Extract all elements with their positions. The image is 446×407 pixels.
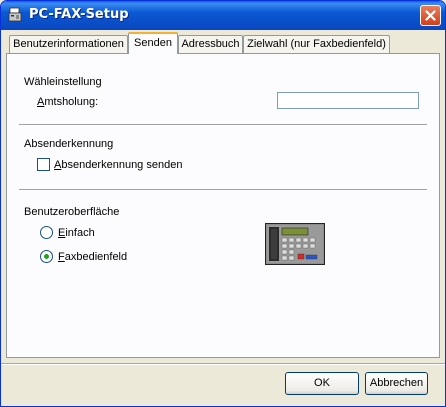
radio-fax-panel-label-mnemonic: F	[58, 251, 65, 263]
tab-label: Senden	[134, 37, 172, 49]
sender-id-checkbox[interactable]	[37, 158, 50, 171]
outside-line-input[interactable]	[277, 92, 419, 109]
close-button[interactable]	[420, 5, 441, 26]
cancel-button[interactable]: Abbrechen	[365, 372, 428, 395]
sender-id-checkbox-label[interactable]: Absenderkennung senden	[54, 159, 182, 171]
window-title: PC-FAX-Setup	[29, 7, 129, 22]
tab-speed-dial[interactable]: Zielwahl (nur Faxbedienfeld)	[243, 35, 390, 54]
tab-send[interactable]: Senden	[128, 32, 178, 54]
fax-app-icon	[7, 7, 23, 23]
close-icon	[425, 10, 436, 21]
fax-machine-icon	[265, 223, 325, 265]
pc-fax-setup-dialog: PC-FAX-Setup Benutzerinformationen Sende…	[0, 0, 446, 407]
title-bar[interactable]: PC-FAX-Setup	[1, 1, 445, 30]
dialing-section-title: Wähleinstellung	[24, 76, 102, 88]
radio-simple-label[interactable]: Einfach	[58, 227, 95, 239]
radio-fax-panel-label[interactable]: Faxbedienfeld	[58, 251, 127, 263]
ui-mode-section-title: Benutzeroberfläche	[24, 206, 120, 218]
sender-id-section-title: Absenderkennung	[24, 138, 114, 150]
button-area-divider	[1, 363, 445, 365]
tab-label: Benutzerinformationen	[13, 38, 124, 50]
section-divider	[19, 124, 427, 126]
tab-label: Adressbuch	[181, 38, 240, 50]
tab-user-info[interactable]: Benutzerinformationen	[9, 35, 128, 54]
radio-fax-panel-label-text: axbedienfeld	[64, 251, 128, 263]
outside-line-label: Amtsholung:	[37, 96, 98, 108]
radio-simple-label-text: infach	[65, 227, 95, 239]
radio-fax-panel[interactable]	[40, 250, 53, 263]
ok-button[interactable]: OK	[285, 372, 359, 395]
section-divider	[19, 189, 427, 191]
tab-address-book[interactable]: Adressbuch	[178, 35, 243, 54]
tab-label: Zielwahl (nur Faxbedienfeld)	[247, 38, 386, 50]
sender-id-label-text: bsenderkennung senden	[61, 159, 183, 171]
outside-line-label-text: mtsholung:	[44, 96, 99, 108]
radio-simple[interactable]	[40, 226, 53, 239]
